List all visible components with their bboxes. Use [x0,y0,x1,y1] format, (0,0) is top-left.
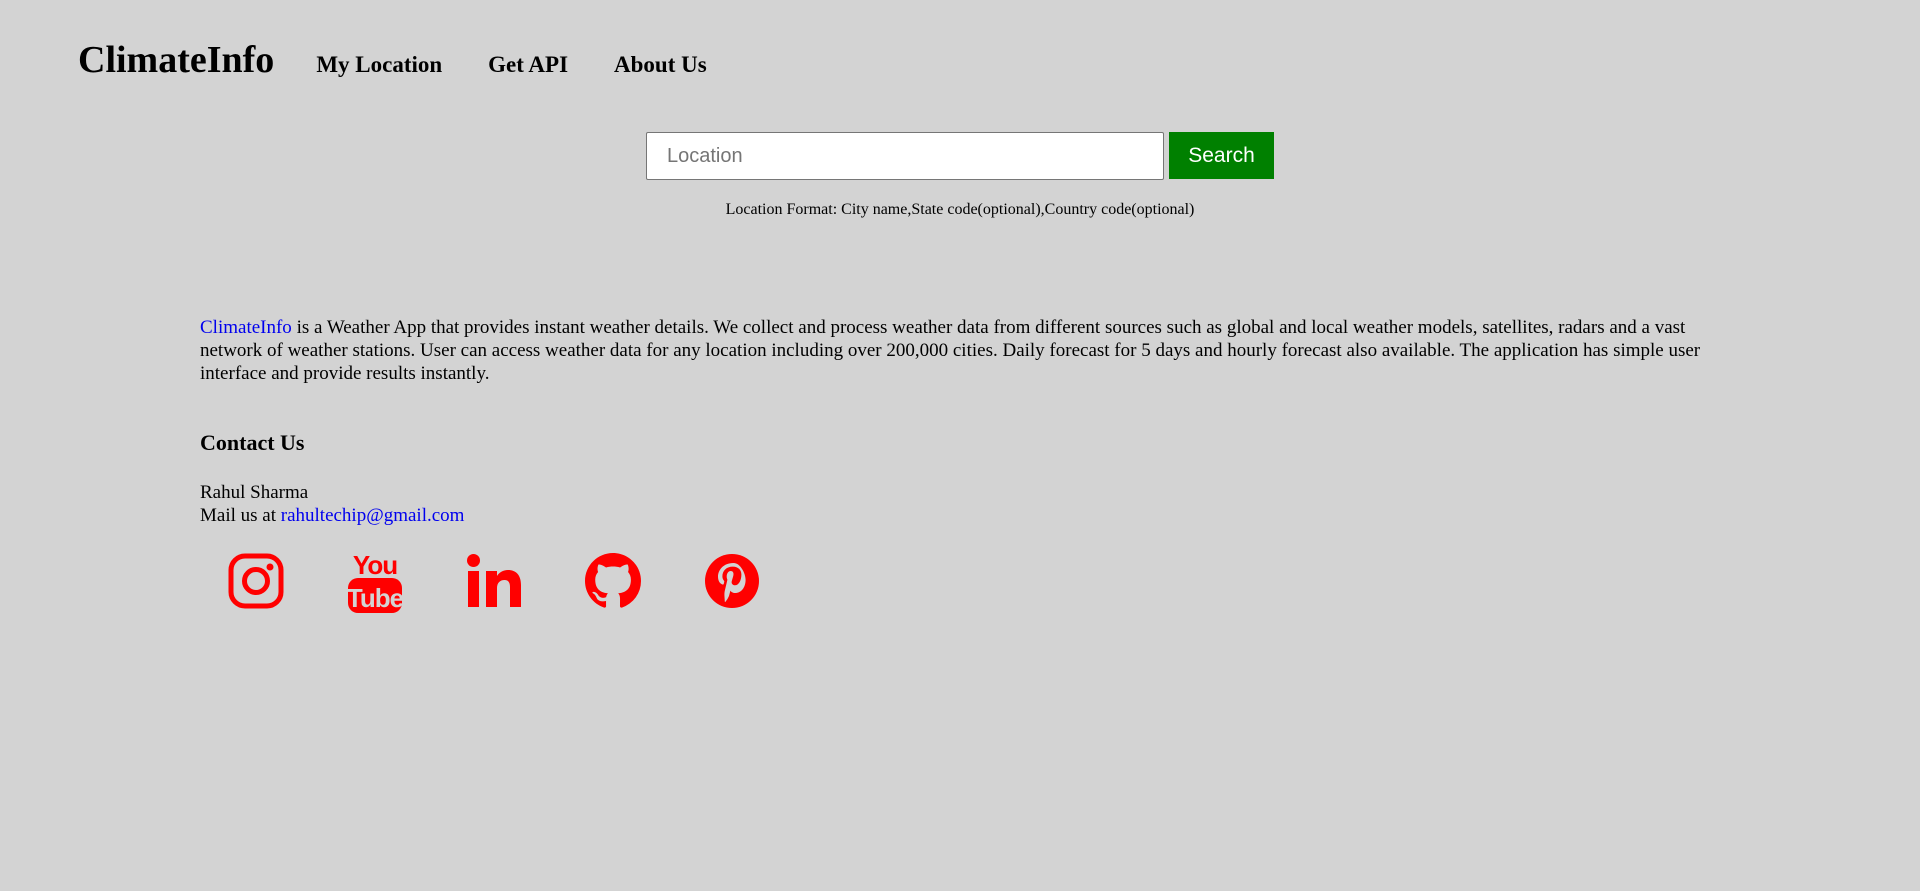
nav-about-us[interactable]: About Us [614,52,707,77]
nav-my-location[interactable]: My Location [316,52,442,77]
about-text: is a Weather App that provides instant w… [200,317,1701,384]
instagram-link[interactable] [226,548,286,614]
instagram-icon [228,553,284,609]
mail-prefix: Mail us at [200,505,281,526]
contact-mail: Mail us at rahultechip@gmail.com [200,504,464,527]
github-link[interactable] [583,548,643,614]
email-link[interactable]: rahultechip@gmail.com [281,505,465,526]
contact-name: Rahul Sharma [200,482,309,503]
location-format-hint: Location Format: City name,State code(op… [0,201,1920,219]
youtube-link[interactable]: You Tube [345,548,405,614]
nav-get-api[interactable]: Get API [488,52,568,77]
svg-text:You: You [353,550,397,580]
site-header: ClimateInfo My Location Get API About Us [78,38,749,82]
youtube-icon: You Tube [347,550,403,613]
pinterest-link[interactable] [702,548,762,614]
location-input[interactable] [646,132,1164,180]
about-section: ClimateInfo is a Weather App that provid… [200,316,1720,385]
search-bar: Search [646,132,1274,180]
linkedin-icon [467,554,521,607]
linkedin-link[interactable] [464,548,524,614]
contact-title: Contact Us [200,430,305,455]
brand-logo[interactable]: ClimateInfo [78,38,274,82]
main-nav: My Location Get API About Us [316,52,748,78]
about-brand-link[interactable]: ClimateInfo [200,317,292,338]
search-button[interactable]: Search [1169,132,1274,179]
social-links: You Tube [226,548,821,614]
contact-section: Rahul Sharma Mail us at rahultechip@gmai… [200,481,464,527]
pinterest-icon [705,554,759,608]
github-icon [585,553,641,608]
svg-text:Tube: Tube [347,583,403,613]
hint-text: Location Format: City name,State code(op… [725,201,1195,218]
